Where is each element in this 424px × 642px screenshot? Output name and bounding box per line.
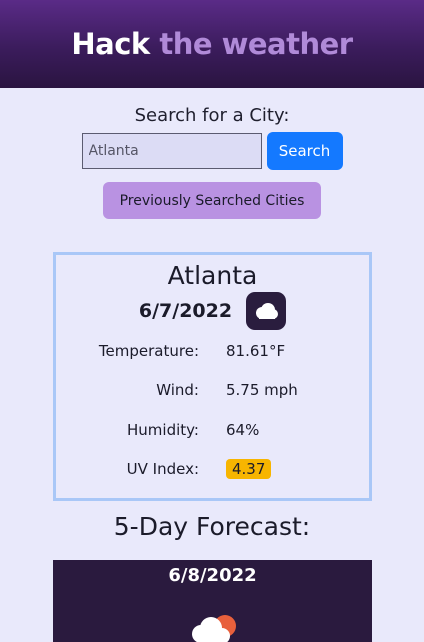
search-row: Search [0,132,424,170]
partly-cloudy-icon [185,612,241,642]
uv-row: UV Index: 4.37 [56,459,369,482]
cloud-icon [246,292,287,330]
forecast-day-card: 6/8/2022 [53,560,372,642]
app-header: Hack the weather [0,0,424,88]
temperature-value: 81.61°F [226,342,286,360]
wind-row: Wind: 5.75 mph [56,381,369,403]
humidity-value: 64% [226,421,260,439]
search-label: Search for a City: [134,105,290,126]
brand-title: Hack the weather [71,27,353,61]
search-button[interactable]: Search [266,132,343,170]
forecast-title: 5-Day Forecast: [113,512,311,541]
city-name: Atlanta [167,261,258,290]
humidity-row: Humidity: 64% [56,421,369,443]
city-search-input[interactable] [81,133,262,169]
wind-value: 5.75 mph [226,381,298,399]
forecast-date: 6/8/2022 [168,565,257,586]
previously-searched-cities-button[interactable]: Previously Searched Cities [103,182,321,219]
humidity-label: Humidity: [127,421,199,439]
temperature-row: Temperature: 81.61°F [56,342,369,364]
uv-index-badge: 4.37 [226,459,272,479]
uv-label: UV Index: [126,460,199,478]
wind-label: Wind: [156,381,199,399]
current-date: 6/7/2022 [138,300,233,322]
brand-hack: Hack [71,27,150,61]
brand-the-weather: the weather [159,27,353,61]
temperature-label: Temperature: [98,342,199,360]
history-row: Previously Searched Cities [0,182,424,219]
date-row: 6/7/2022 [56,292,369,330]
current-weather-card: Atlanta 6/7/2022 Temperature: 81.61°F Wi… [53,252,372,501]
